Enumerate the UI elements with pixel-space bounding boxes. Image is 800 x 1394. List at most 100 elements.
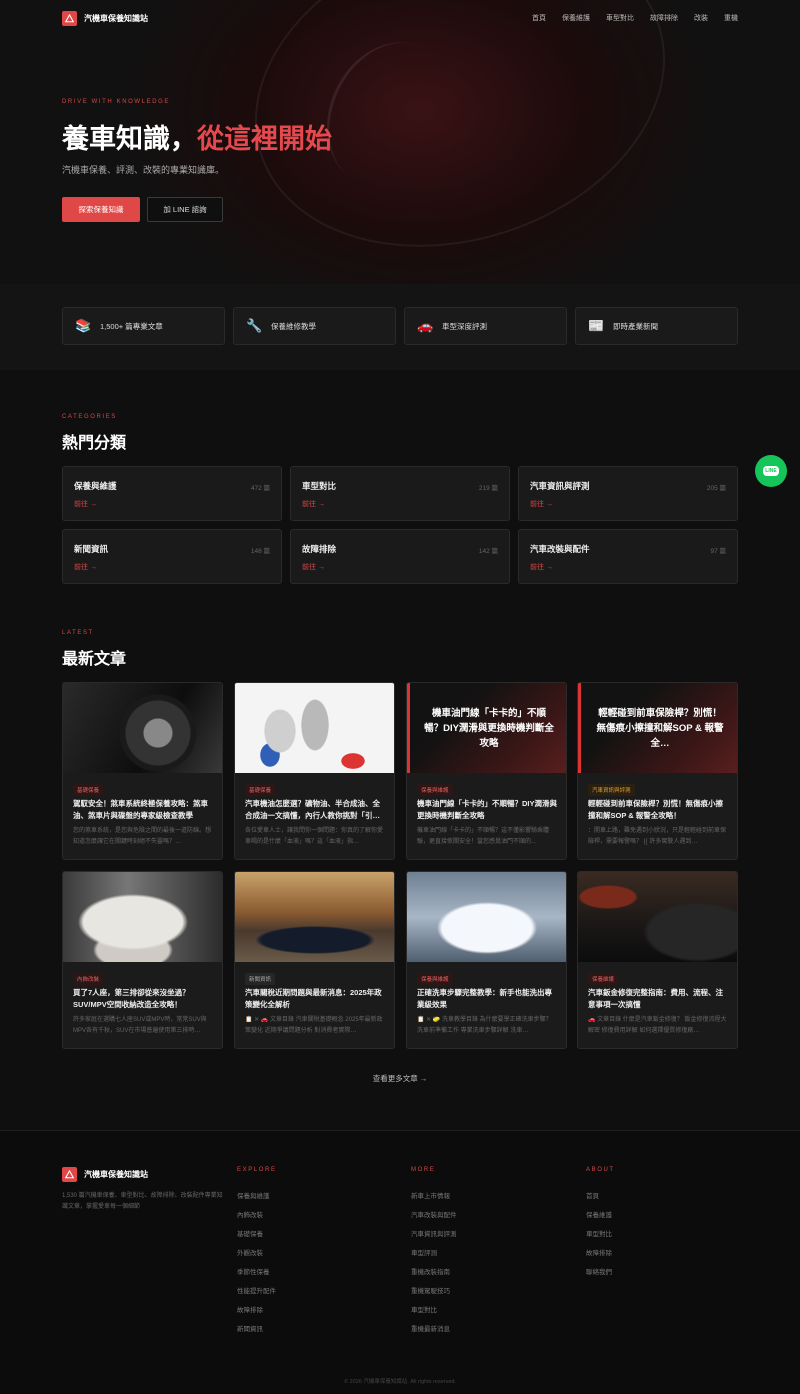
hero-eyebrow: DRIVE WITH KNOWLEDGE bbox=[62, 99, 171, 105]
feature-label: 即時產業新聞 bbox=[613, 321, 658, 331]
sports-car-street-photo bbox=[235, 872, 394, 962]
article-excerpt: 許多家庭在選購七人座SUV或MPV時，常常SUV與MPV各有千秋，SUV在市場普… bbox=[73, 1017, 207, 1034]
footer-link[interactable]: 重機最新消息 bbox=[411, 1323, 450, 1333]
category-count: 219 篇 bbox=[478, 485, 498, 492]
footer-link[interactable]: 重機駕駛技巧 bbox=[411, 1285, 450, 1295]
article-excerpt: 📋 ✕ 🚗 文章目錄 汽車關稅基礎概念 2025年最新政策變化 近期爭議問題分析… bbox=[245, 1017, 383, 1034]
category-count: 142 篇 bbox=[478, 548, 498, 555]
article-card[interactable]: 基礎保養 駕馭安全！煞車系統終極保養攻略：煞車油、煞車片與碟盤的專家級檢查教學 … bbox=[62, 682, 223, 860]
category-name: 新聞資訊 bbox=[74, 544, 109, 554]
article-tag: 新聞資訊 bbox=[245, 973, 276, 985]
footer-link[interactable]: 保養維護 bbox=[586, 1209, 612, 1219]
footer-link[interactable]: 首頁 bbox=[586, 1190, 599, 1200]
copyright: © 2026 汽機車保養知識站. All rights reserved. bbox=[344, 1379, 456, 1385]
article-excerpt: 各位愛車人士，讓我問你一個問題：你真的了解你愛車喝的是什麼「血液」嗎？這「血液」… bbox=[245, 828, 384, 845]
footer-heading-more: MORE bbox=[411, 1167, 436, 1173]
explore-button[interactable]: 探索保養知識 bbox=[62, 197, 140, 222]
nav-link-compare[interactable]: 車型對比 bbox=[606, 13, 634, 23]
category-name: 故障排除 bbox=[302, 544, 337, 554]
footer-link[interactable]: 車型評測 bbox=[411, 1247, 437, 1257]
footer-heading-explore: EXPLORE bbox=[237, 1167, 277, 1173]
footer-link[interactable]: 性能提升配件 bbox=[237, 1285, 276, 1295]
category-card[interactable]: 保養與維護 472 篇 前往 → bbox=[62, 466, 282, 521]
article-tag: 保養維護 bbox=[588, 973, 619, 985]
category-link[interactable]: 前往 → bbox=[302, 562, 325, 572]
latest-eyebrow: LATEST bbox=[62, 630, 94, 636]
nav-link-motorcycles[interactable]: 重機 bbox=[724, 13, 738, 23]
hero-subtitle: 汽機車保養、評測、改裝的專業知識庫。 bbox=[62, 165, 225, 175]
article-card[interactable]: 輕輕碰到前車保險桿？別慌！無傷痕小擦撞和解SOP & 報警全… 汽車資訊與評測 … bbox=[577, 682, 738, 860]
footer-link[interactable]: 車型對比 bbox=[411, 1304, 437, 1314]
article-excerpt: ：開車上路，難免遇到小狀況，只是輕輕碰到前車保險桿，需要報警嗎？ {{ 許多駕駛… bbox=[588, 828, 727, 845]
category-link[interactable]: 前往 → bbox=[302, 499, 325, 509]
footer-link[interactable]: 保養與維護 bbox=[237, 1190, 270, 1200]
categories-title: 熱門分類 bbox=[62, 435, 127, 452]
nav-link-home[interactable]: 首頁 bbox=[532, 13, 546, 23]
article-tag: 保養與維護 bbox=[417, 973, 453, 985]
footer-link[interactable]: 汽車資訊與評測 bbox=[411, 1228, 457, 1238]
article-card[interactable]: 內飾改裝 買了7人座，第三排卻從來沒坐過？SUV/MPV空間收納改造全攻略！ 許… bbox=[62, 871, 223, 1049]
category-card[interactable]: 汽車改裝與配件 97 篇 前往 → bbox=[518, 529, 738, 584]
category-card[interactable]: 汽車資訊與評測 205 篇 前往 → bbox=[518, 466, 738, 521]
nav-link-troubleshoot[interactable]: 故障排除 bbox=[650, 13, 678, 23]
article-title[interactable]: 機車油門線「卡卡的」不順暢？DIY潤滑與更換時機判斷全攻略 bbox=[417, 798, 558, 822]
article-title[interactable]: 汽車機油怎麼選？礦物油、半合成油、全合成油一文搞懂，內行人教你挑對「引… bbox=[245, 798, 386, 822]
article-tag: 基礎保養 bbox=[73, 784, 104, 796]
line-consult-button[interactable]: 加 LINE 諮詢 bbox=[147, 197, 223, 222]
category-link[interactable]: 前往 → bbox=[530, 499, 553, 509]
article-title[interactable]: 正確洗車步驟完整教學：新手也能洗出專業級效果 bbox=[417, 987, 558, 1011]
motorcycle-brake-photo bbox=[63, 683, 222, 773]
category-card[interactable]: 故障排除 142 篇 前往 → bbox=[290, 529, 510, 584]
footer-link[interactable]: 故障排除 bbox=[237, 1304, 263, 1314]
footer-link[interactable]: 新車上市情報 bbox=[411, 1190, 450, 1200]
category-link[interactable]: 前往 → bbox=[74, 499, 97, 509]
footer-logo[interactable]: 汽機車保養知識站 bbox=[62, 1167, 148, 1182]
article-title[interactable]: 輕輕碰到前車保險桿？別慌！無傷痕小擦撞和解SOP & 報警全攻略！ bbox=[588, 798, 729, 822]
article-excerpt: 🚗 文章目錄 什麼是汽車鈑金修復？ 鈑金修復流程大解密 修復費用詳解 如何選擇優… bbox=[588, 1017, 727, 1034]
newspaper-icon: 📰 bbox=[588, 318, 605, 333]
footer-link[interactable]: 基礎保養 bbox=[237, 1228, 263, 1238]
footer-link[interactable]: 故障排除 bbox=[586, 1247, 612, 1257]
footer-link[interactable]: 聯絡我們 bbox=[586, 1266, 612, 1276]
footer-link[interactable]: 新聞資訊 bbox=[237, 1323, 263, 1333]
line-chat-button[interactable]: LINE bbox=[755, 455, 787, 487]
article-card[interactable]: 機車油門線「卡卡的」不順暢？DIY潤滑與更換時機判斷全攻略 保養與維護 機車油門… bbox=[406, 682, 567, 860]
footer: 汽機車保養知識站 1,530 篇汽機車保養、車型對比、故障排除、改裝配件專業知識… bbox=[0, 1130, 800, 1394]
view-more-link[interactable]: 查看更多文章 → bbox=[0, 1073, 800, 1084]
nav-link-mods[interactable]: 改裝 bbox=[694, 13, 708, 23]
article-card[interactable]: 保養維護 汽車鈑金修復完整指南：費用、流程、注意事項一次搞懂 🚗 文章目錄 什麼… bbox=[577, 871, 738, 1049]
warning-triangle-icon bbox=[62, 10, 77, 26]
category-count: 97 篇 bbox=[710, 548, 726, 555]
article-title[interactable]: 汽車關稅近期問題與最新消息：2025年政策變化全解析 bbox=[245, 987, 386, 1011]
hero-title-highlight: 從這裡開始 bbox=[197, 124, 332, 155]
category-card[interactable]: 車型對比 219 篇 前往 → bbox=[290, 466, 510, 521]
category-count: 148 篇 bbox=[250, 548, 270, 555]
footer-link[interactable]: 季節性保養 bbox=[237, 1266, 270, 1276]
article-title[interactable]: 汽車鈑金修復完整指南：費用、流程、注意事項一次搞懂 bbox=[588, 987, 729, 1011]
article-card[interactable]: 新聞資訊 汽車關稅近期問題與最新消息：2025年政策變化全解析 📋 ✕ 🚗 文章… bbox=[234, 871, 395, 1049]
line-icon: LINE bbox=[763, 466, 779, 476]
category-name: 汽車改裝與配件 bbox=[530, 544, 590, 554]
nav-links: 首頁 保養維護 車型對比 故障排除 改裝 重機 bbox=[532, 13, 738, 23]
car-icon: 🚗 bbox=[417, 318, 434, 333]
category-link[interactable]: 前往 → bbox=[530, 562, 553, 572]
footer-link[interactable]: 重機改裝指南 bbox=[411, 1266, 450, 1276]
category-name: 保養與維護 bbox=[74, 481, 117, 491]
site-logo[interactable]: 汽機車保養知識站 bbox=[62, 10, 148, 26]
article-cover-text: 機車油門線「卡卡的」不順暢？DIY潤滑與更換時機判斷全攻略 bbox=[407, 683, 566, 773]
article-excerpt: 機車油門線「卡卡的」不順暢？這不僅影響騎乘體驗，更直接攸關安全！當您感覺油門不順… bbox=[417, 828, 550, 845]
category-count: 205 篇 bbox=[706, 485, 726, 492]
nav-link-maintenance[interactable]: 保養維護 bbox=[562, 13, 590, 23]
article-title[interactable]: 駕馭安全！煞車系統終極保養攻略：煞車油、煞車片與碟盤的專家級檢查教學 bbox=[73, 798, 214, 822]
article-card[interactable]: 基礎保養 汽車機油怎麼選？礦物油、半合成油、全合成油一文搞懂，內行人教你挑對「引… bbox=[234, 682, 395, 860]
latest-title: 最新文章 bbox=[62, 651, 127, 668]
article-card[interactable]: 保養與維護 正確洗車步驟完整教學：新手也能洗出專業級效果 📋 ✕ 🧽 洗車教學目… bbox=[406, 871, 567, 1049]
footer-link[interactable]: 外觀改裝 bbox=[237, 1247, 263, 1257]
footer-link[interactable]: 汽車改裝與配件 bbox=[411, 1209, 457, 1219]
article-title[interactable]: 買了7人座，第三排卻從來沒坐過？SUV/MPV空間收納改造全攻略！ bbox=[73, 987, 214, 1011]
footer-link[interactable]: 內飾改裝 bbox=[237, 1209, 263, 1219]
category-card[interactable]: 新聞資訊 148 篇 前往 → bbox=[62, 529, 282, 584]
footer-link[interactable]: 車型對比 bbox=[586, 1228, 612, 1238]
category-count: 472 篇 bbox=[250, 485, 270, 492]
category-link[interactable]: 前往 → bbox=[74, 562, 97, 572]
